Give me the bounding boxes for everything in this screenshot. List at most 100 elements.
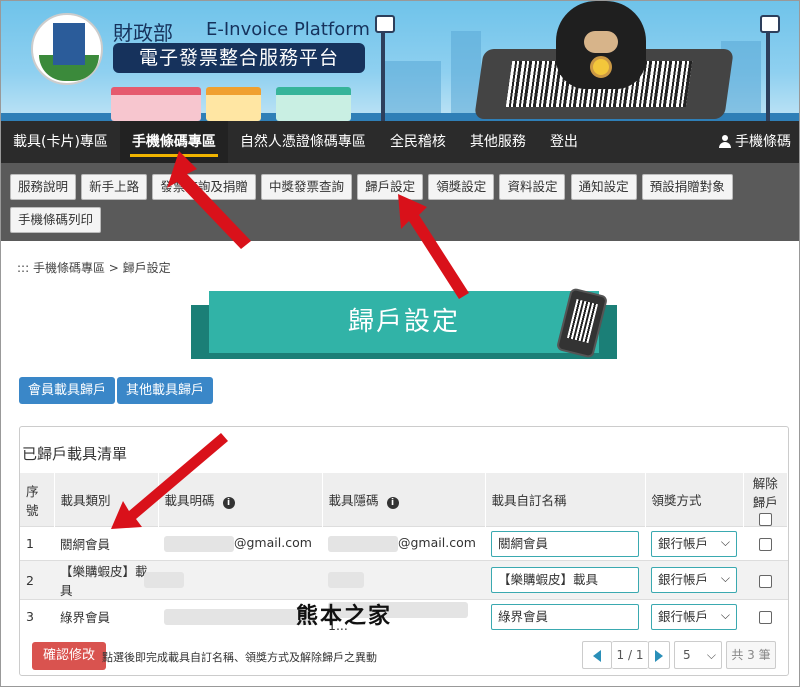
row-hidden-code — [322, 560, 485, 600]
header-banner: 財政部 E-Invoice Platform 電子發票整合服務平台 — [1, 1, 799, 121]
nav-item-other-services[interactable]: 其他服務 — [458, 121, 538, 163]
subnav-notification-settings[interactable]: 通知設定 — [570, 174, 637, 200]
subnav-award-settings[interactable]: 領獎設定 — [428, 174, 495, 200]
member-carrier-binding-button[interactable]: 會員載具歸戶 — [19, 377, 116, 404]
nav-item-mobile-barcode[interactable]: 手機條碼專區 — [119, 121, 228, 163]
col-unbind: 解除歸戶 — [743, 473, 788, 527]
redacted-text — [164, 609, 314, 625]
total-count: 共 3 筆 — [726, 641, 776, 669]
page: 財政部 E-Invoice Platform 電子發票整合服務平台 載具(卡片)… — [0, 0, 800, 687]
col-visible-code: 載具明碼 i — [158, 473, 323, 527]
watermark-logo: 熊本之家 — [296, 603, 393, 629]
table-row: 2 【樂購蝦皮】載具 【樂購蝦皮】載具 銀行帳戶 — [20, 560, 788, 600]
confirm-note: 點選後即完成載具自訂名稱、領獎方式及解除歸戶之異動 — [102, 651, 377, 664]
page-size-select[interactable]: 5 ⌵ — [674, 641, 722, 669]
unbind-checkbox[interactable] — [758, 611, 772, 625]
custom-name-input[interactable]: 關網會員 — [491, 530, 639, 557]
other-carrier-binding-button[interactable]: 其他載具歸戶 — [117, 377, 214, 404]
nav-item-card-carrier[interactable]: 載具(卡片)專區 — [1, 121, 120, 163]
mascot-bear — [556, 1, 646, 89]
subnav-invoice-query[interactable]: 發票查詢及捐贈 — [152, 174, 256, 200]
subnav-service-info[interactable]: 服務說明 — [10, 174, 77, 200]
nav-item-audit[interactable]: 全民稽核 — [378, 121, 458, 163]
unbind-checkbox[interactable] — [758, 538, 772, 551]
subnav-data-settings[interactable]: 資料設定 — [499, 174, 566, 200]
prev-page-button[interactable] — [582, 641, 612, 669]
chevron-down-icon: ⌵ — [706, 648, 716, 662]
row-visible-code — [144, 560, 322, 600]
subnav-winning-query[interactable]: 中獎發票查詢 — [260, 174, 352, 200]
table-row: 3 綠界會員 1... 綠界會員 銀行帳戶 — [20, 599, 788, 634]
custom-name-input[interactable]: 【樂購蝦皮】載具 — [491, 567, 639, 593]
page-indicator: 1 / 1 — [612, 641, 648, 669]
row-type: 【樂購蝦皮】載具 — [54, 560, 158, 600]
chevron-right-icon — [655, 649, 663, 662]
subnav-carrier-binding[interactable]: 歸戶設定 — [357, 174, 424, 200]
row-custom-name: 【樂購蝦皮】載具 — [485, 560, 645, 600]
city-building — [381, 61, 441, 121]
col-visible-code-label: 載具明碼 — [164, 493, 215, 508]
chevron-left-icon — [593, 649, 601, 662]
row-custom-name: 關網會員 — [485, 526, 645, 561]
info-icon[interactable]: i — [386, 497, 399, 509]
custom-name-input[interactable]: 綠界會員 — [491, 603, 639, 630]
next-page-button[interactable] — [648, 641, 670, 669]
page-heading-banner: 歸戶設定 — [191, 287, 617, 359]
ministry-logo[interactable] — [31, 13, 103, 85]
user-label: 手機條碼 — [735, 134, 791, 150]
row-visible-code: @gmail.com — [158, 526, 322, 561]
shop-illustration — [276, 87, 351, 121]
platform-name-cn[interactable]: 電子發票整合服務平台 — [113, 43, 365, 73]
redacted-text — [328, 572, 364, 589]
nav-item-logout[interactable]: 登出 — [538, 121, 590, 163]
award-method-select[interactable]: 銀行帳戶 — [651, 566, 737, 593]
row-custom-name: 綠界會員 — [485, 599, 645, 634]
row-unbind — [743, 526, 788, 561]
carrier-table: 序號 載具類別 載具明碼 i 載具隱碼 i 載具自訂名稱 領獎方式 解除歸戶 1 關… — [20, 473, 788, 634]
redacted-text — [328, 535, 398, 552]
table-row: 1 關網會員 @gmail.com @gmail.com 關網會員 銀行帳戶 — [20, 526, 788, 561]
row-award: 銀行帳戶 — [645, 599, 743, 634]
col-custom-name: 載具自訂名稱 — [485, 473, 646, 527]
row-type: 關網會員 — [54, 526, 158, 561]
row-unbind — [743, 560, 788, 600]
col-award-method: 領獎方式 — [645, 473, 744, 527]
info-icon[interactable]: i — [222, 497, 235, 509]
shop-illustration — [206, 87, 261, 121]
sub-nav: 服務說明 新手上路 發票查詢及捐贈 中獎發票查詢 歸戶設定 領獎設定 資料設定 … — [1, 163, 799, 241]
user-menu[interactable]: 手機條碼 — [719, 121, 791, 163]
breadcrumb: ::: 手機條碼專區 > 歸戶設定 — [17, 261, 171, 275]
select-all-checkbox[interactable] — [758, 513, 772, 526]
street-lamp — [375, 15, 395, 121]
row-award: 銀行帳戶 — [645, 560, 743, 600]
row-hidden-code: @gmail.com — [322, 526, 485, 561]
shop-illustration — [111, 87, 201, 121]
row-unbind — [743, 599, 788, 634]
col-hidden-code-label: 載具隱碼 — [328, 493, 379, 508]
page-size-value: 5 — [683, 648, 691, 662]
subnav-barcode-print[interactable]: 手機條碼列印 — [10, 207, 102, 233]
col-seq: 序號 — [20, 473, 55, 527]
row-seq: 1 — [20, 526, 54, 561]
visible-code-suffix: @gmail.com — [234, 535, 312, 551]
redacted-text — [164, 535, 234, 552]
platform-name-en: E-Invoice Platform — [206, 19, 370, 40]
subnav-getting-started[interactable]: 新手上路 — [81, 174, 148, 200]
subnav-default-donation[interactable]: 預設捐贈對象 — [641, 174, 733, 200]
hidden-code-suffix: @gmail.com — [398, 535, 476, 551]
award-method-select[interactable]: 銀行帳戶 — [651, 530, 737, 557]
page-title: 歸戶設定 — [209, 291, 599, 353]
user-icon — [719, 135, 731, 148]
row-seq: 2 — [20, 560, 54, 600]
award-method-select[interactable]: 銀行帳戶 — [651, 603, 737, 630]
col-type: 載具類別 — [54, 473, 159, 527]
unbind-checkbox[interactable] — [758, 574, 772, 588]
row-seq: 3 — [20, 599, 54, 634]
confirm-button[interactable]: 確認修改 — [32, 642, 107, 670]
street-lamp — [760, 15, 780, 121]
redacted-text — [144, 572, 184, 589]
col-unbind-label: 解除歸戶 — [752, 476, 778, 510]
nav-item-citizen-certificate[interactable]: 自然人憑證條碼專區 — [228, 121, 378, 163]
row-type: 綠界會員 — [54, 599, 158, 634]
col-hidden-code: 載具隱碼 i — [322, 473, 486, 527]
